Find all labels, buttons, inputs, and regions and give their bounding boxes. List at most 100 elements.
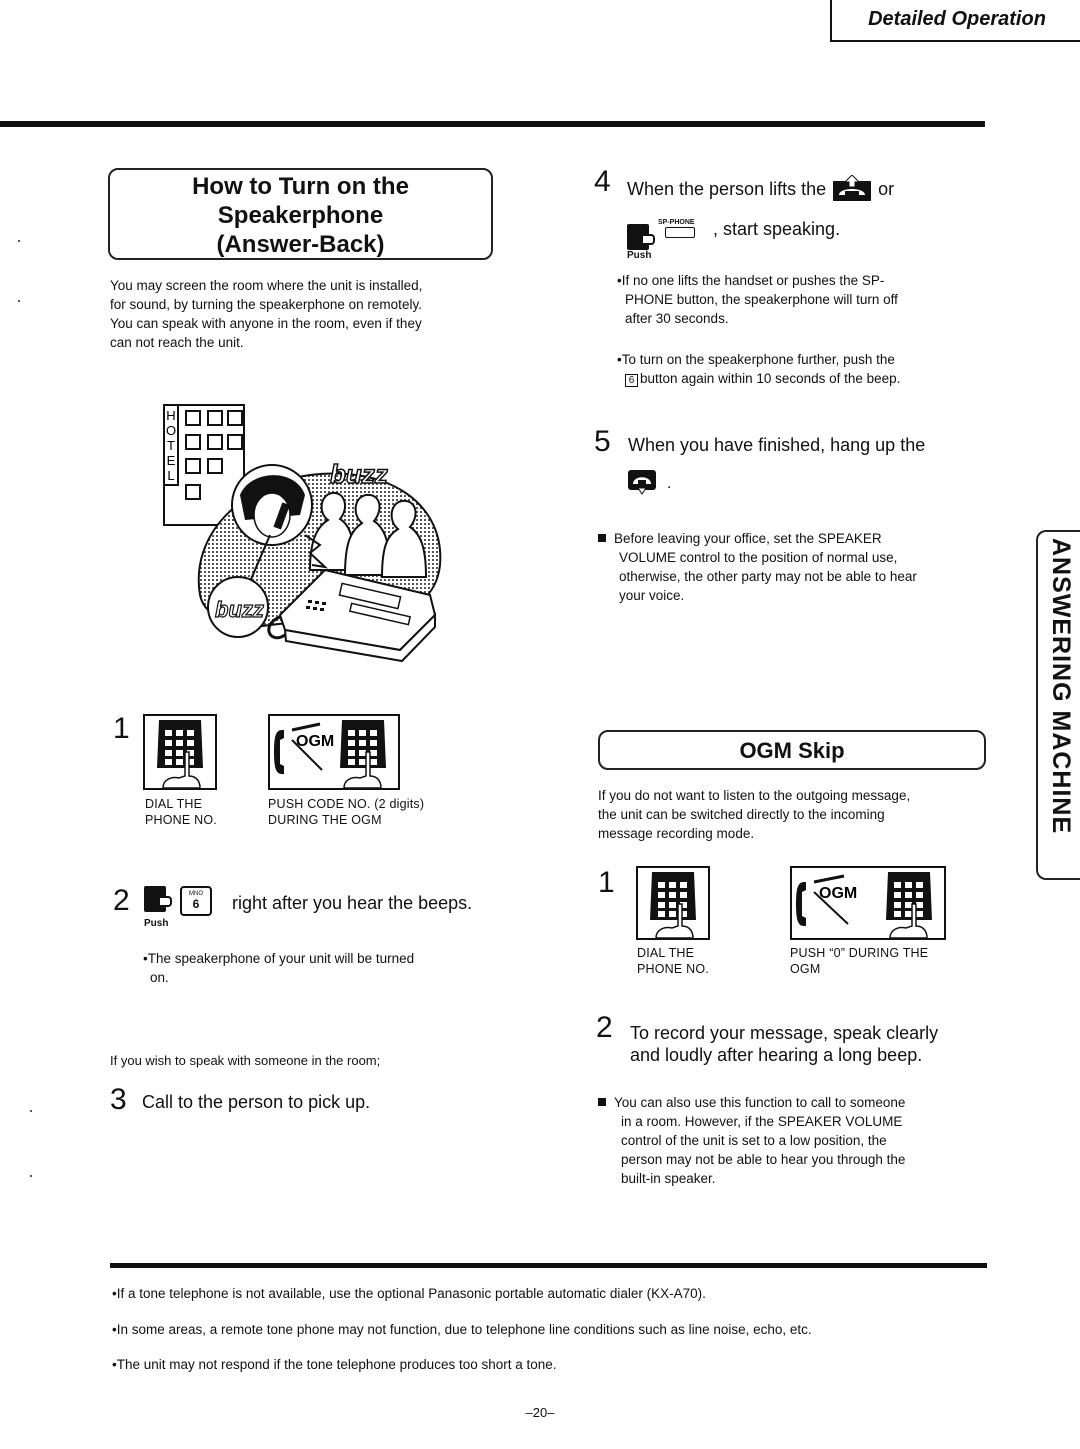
ogm-skip-title-box: OGM Skip [598, 730, 986, 770]
text-span: button again within 10 seconds of the be… [640, 371, 901, 386]
hotel-letter: T [167, 438, 175, 453]
text-line: •To turn on the speakerphone further, pu… [617, 352, 895, 367]
text-line: control of the unit is set to a low posi… [621, 1133, 887, 1148]
text-span: You can also use this function to call t… [614, 1095, 906, 1110]
caption-dial-phone: DIAL THE PHONE NO. [637, 945, 709, 977]
caption-line: OGM [790, 962, 821, 976]
step4-text-b: , start speaking. [713, 219, 841, 239]
text-line: and loudly after hearing a long beep. [630, 1045, 923, 1065]
bottom-divider [110, 1263, 987, 1268]
handset-lift-icon [833, 174, 872, 201]
hotel-letter: O [166, 423, 176, 438]
caption-line: DIAL THE [145, 797, 203, 811]
chapter-side-tab-label: ANSWERING MACHINE [1047, 538, 1075, 835]
wish-text: If you wish to speak with someone in the… [110, 1053, 381, 1068]
title-line: (Answer-Back) [216, 231, 385, 258]
text-line: in a room. However, if the SPEAKER VOLUM… [621, 1114, 903, 1129]
key-6-icon: 6 [625, 374, 638, 387]
hotel-letter: H [166, 408, 175, 423]
page-number: –20– [525, 1405, 555, 1420]
dial-phone-icon [636, 866, 710, 940]
step5-text: When you have finished, hang up the [628, 435, 926, 455]
push-label: Push [627, 250, 652, 261]
text-line: your voice. [619, 588, 685, 603]
text-line: To record your message, speak clearly [630, 1023, 939, 1043]
top-divider [0, 121, 985, 127]
text-line: on. [150, 970, 169, 985]
scan-dot [30, 1110, 32, 1112]
caption-dial-phone: DIAL THE PHONE NO. [145, 796, 217, 828]
intro-paragraph: You may screen the room where the unit i… [110, 276, 490, 352]
step-number: 4 [594, 165, 611, 198]
step-number: 1 [598, 866, 615, 899]
speakerphone-illustration: H O T E L buzz buzz [160, 395, 450, 665]
text-line: PHONE button, the speakerphone will turn… [625, 292, 898, 307]
text-line: person may not be able to hear you throu… [621, 1152, 906, 1167]
ogm-label: OGM [296, 733, 334, 750]
text-line: otherwise, the other party may not be ab… [619, 569, 917, 584]
step5-note: Before leaving your office, set the SPEA… [598, 529, 917, 605]
push-zero-during-ogm-icon: OGM [790, 866, 946, 940]
push-code-during-ogm-icon: OGM [268, 714, 400, 790]
section-header: Detailed Operation [830, 0, 1080, 42]
handset-hangup-icon [628, 470, 656, 495]
footnote: •In some areas, a remote tone phone may … [112, 1322, 812, 1337]
caption-push-code: PUSH CODE NO. (2 digits) DURING THE OGM [268, 796, 424, 828]
key-6-icon: MNO 6 [180, 886, 212, 916]
footnote: •The unit may not respond if the tone te… [112, 1357, 557, 1372]
text-line: •The speakerphone of your unit will be t… [143, 951, 415, 966]
text-line: message recording mode. [598, 826, 755, 841]
text-line: If you do not want to listen to the outg… [598, 788, 911, 803]
chapter-side-tab: ANSWERING MACHINE [1036, 530, 1080, 880]
buzz-text-top: buzz [330, 459, 388, 489]
step-number: 1 [113, 712, 130, 745]
dial-phone-icon [143, 714, 217, 790]
text-span: Before leaving your office, set the SPEA… [614, 531, 882, 546]
step5-period: . [667, 475, 672, 492]
scan-dot [18, 300, 20, 302]
ogm-skip-intro: If you do not want to listen to the outg… [598, 786, 910, 843]
hotel-letter: L [167, 468, 174, 483]
text-line: the unit can be switched directly to the… [598, 807, 885, 822]
section-title: Detailed Operation [868, 8, 1046, 30]
step3-text: Call to the person to pick up. [142, 1092, 371, 1112]
key-digit: 6 [192, 897, 200, 911]
square-bullet-icon [598, 534, 606, 542]
push-hand-icon [144, 886, 172, 912]
ogm-skip-note: You can also use this function to call t… [598, 1093, 905, 1188]
caption-line: DURING THE OGM [268, 813, 382, 827]
scan-dot [30, 1175, 32, 1177]
title-line: Speakerphone [217, 202, 384, 229]
sp-phone-button-icon [665, 227, 695, 238]
push-label: Push [144, 918, 169, 929]
text-line: •If no one lifts the handset or pushes t… [617, 273, 885, 288]
hotel-letter: E [167, 453, 176, 468]
step2-text: right after you hear the beeps. [232, 893, 473, 913]
footnote: •If a tone telephone is not available, u… [112, 1286, 706, 1301]
caption-line: DIAL THE [637, 946, 695, 960]
sp-phone-label: SP-PHONE [658, 219, 695, 226]
step2-bullet: •The speakerphone of your unit will be t… [143, 949, 414, 987]
step-number: 2 [596, 1011, 613, 1044]
caption-line: PUSH “0” DURING THE [790, 946, 929, 960]
scan-dot [18, 240, 20, 242]
caption-line: PUSH CODE NO. (2 digits) [268, 797, 425, 811]
text-line: after 30 seconds. [625, 311, 729, 326]
title-line: How to Turn on the [192, 173, 409, 200]
ogm-label: OGM [819, 885, 857, 902]
step-number: 5 [594, 425, 611, 458]
square-bullet-icon [598, 1098, 606, 1106]
step-number: 2 [113, 884, 130, 917]
push-hand-icon [627, 224, 655, 250]
step4-bullet-2: •To turn on the speakerphone further, pu… [617, 350, 900, 388]
step4-text: When the person lifts the or [627, 174, 895, 201]
people-silhouettes-icon [308, 491, 428, 578]
text-line: for sound, by turning the speakerphone o… [110, 297, 422, 312]
caption-line: PHONE NO. [637, 962, 709, 976]
text-line: can not reach the unit. [110, 335, 244, 350]
text-line: You can speak with anyone in the room, e… [110, 316, 422, 331]
step4-text-a: When the person lifts the [627, 179, 827, 199]
step-number: 3 [110, 1083, 127, 1116]
text-line: VOLUME control to the position of normal… [619, 550, 898, 565]
step4-or: or [878, 179, 895, 199]
